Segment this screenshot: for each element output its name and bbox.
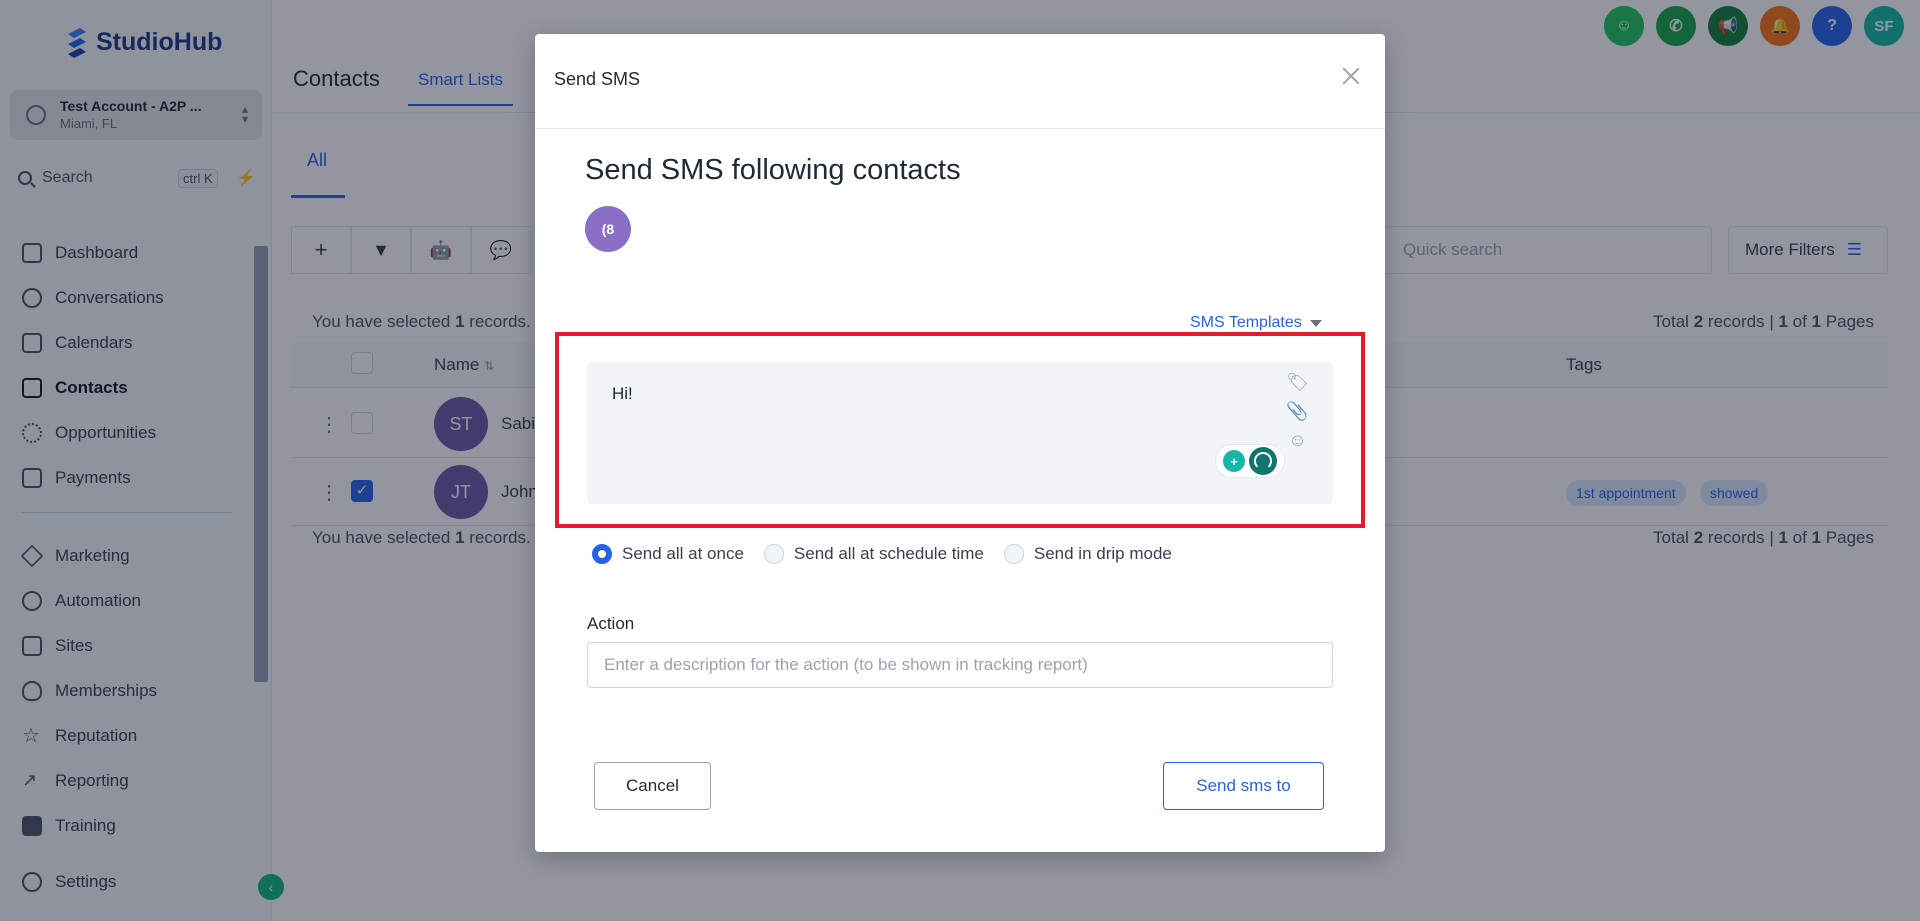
- caret-down-icon: [1309, 319, 1322, 327]
- paperclip-icon[interactable]: 📎: [1286, 401, 1308, 422]
- cancel-button[interactable]: Cancel: [594, 762, 711, 810]
- modal-header: Send SMS: [535, 34, 1385, 129]
- message-text: Hi!: [612, 384, 633, 403]
- radio-button[interactable]: [1003, 544, 1024, 564]
- radio-label: Send in drip mode: [1033, 544, 1172, 563]
- radio-send-all-at-once[interactable]: Send all at once: [592, 544, 744, 564]
- radio-send-drip[interactable]: Send in drip mode: [1003, 544, 1172, 564]
- contact-chip[interactable]: (8: [585, 206, 631, 252]
- lightbulb-icon[interactable]: +: [1223, 450, 1245, 472]
- radio-label: Send all at schedule time: [793, 544, 984, 563]
- close-icon[interactable]: [1339, 64, 1363, 88]
- sms-heading: Send SMS following contacts: [585, 154, 961, 186]
- ai-spinner-icon[interactable]: [1249, 447, 1277, 475]
- radio-button[interactable]: [592, 544, 612, 564]
- ai-assist-pill[interactable]: +: [1215, 444, 1285, 478]
- tag-icon[interactable]: 🏷: [1286, 372, 1309, 393]
- message-textarea[interactable]: Hi! 🏷 📎 ☺ +: [587, 362, 1333, 504]
- action-label: Action: [587, 614, 635, 633]
- modal-title: Send SMS: [554, 69, 641, 89]
- sms-templates-label: SMS Templates: [1190, 314, 1302, 331]
- send-sms-modal: Send SMS Send SMS following contacts (8 …: [535, 34, 1385, 852]
- radio-send-at-schedule[interactable]: Send all at schedule time: [763, 544, 984, 564]
- send-sms-button[interactable]: Send sms to: [1163, 762, 1324, 810]
- message-tools: 🏷 📎 ☺: [1286, 372, 1309, 451]
- send-mode-radio-group: Send all at once Send all at schedule ti…: [592, 544, 1192, 564]
- sms-templates-dropdown[interactable]: SMS Templates: [1190, 314, 1322, 332]
- emoji-icon[interactable]: ☺: [1288, 430, 1306, 451]
- action-description-input[interactable]: [587, 642, 1333, 688]
- radio-label: Send all at once: [622, 544, 744, 563]
- radio-button[interactable]: [763, 544, 784, 564]
